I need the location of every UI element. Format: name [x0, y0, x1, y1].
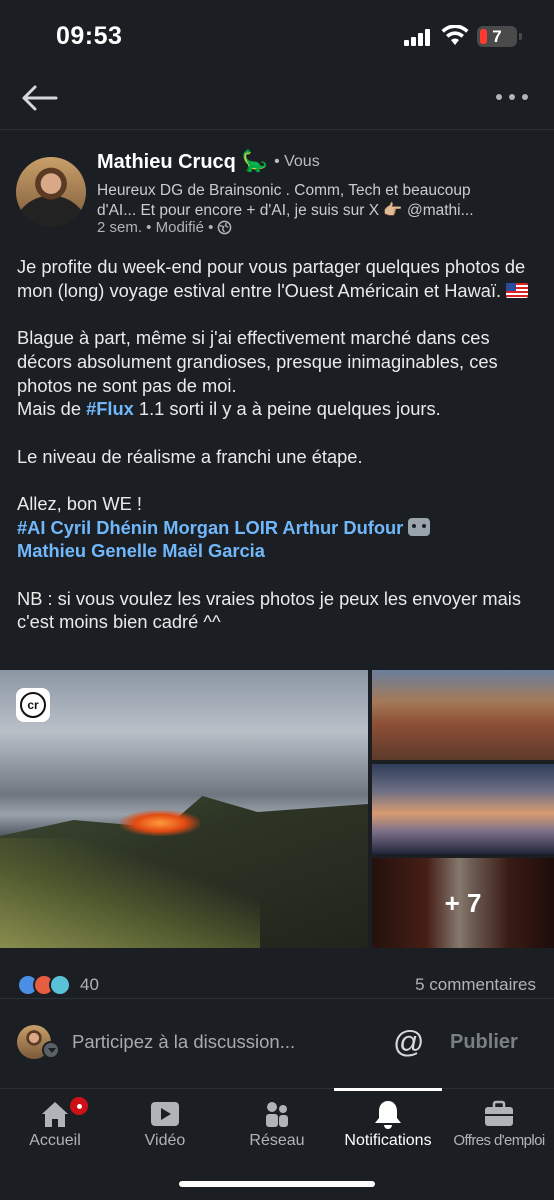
author-emoji: 🦕	[241, 150, 269, 173]
mention-button[interactable]: @	[393, 1024, 424, 1060]
bell-icon	[375, 1101, 401, 1129]
battery-level: 7	[492, 27, 502, 46]
mentions-line-1[interactable]: #AI Cyril Dhénin Morgan LOIR Arthur Dufo…	[17, 517, 403, 538]
briefcase-icon	[485, 1100, 513, 1126]
wifi-icon	[441, 25, 469, 45]
content-credentials-icon[interactable]: cr	[16, 688, 50, 722]
social-counts: 40 5 commentaires	[0, 968, 554, 998]
status-time: 09:53	[56, 22, 123, 50]
tab-notifications[interactable]: Notifications	[334, 1088, 442, 1169]
tab-network[interactable]: Réseau	[222, 1089, 332, 1169]
author-headline: Heureux DG de Brainsonic . Comm, Tech et…	[97, 182, 474, 219]
notification-badge	[68, 1095, 90, 1117]
robot-icon	[408, 517, 431, 536]
status-bar: 09:53 7	[0, 0, 554, 70]
comment-input[interactable]: Participez à la discussion...	[72, 1031, 295, 1053]
tab-jobs[interactable]: Offres d'emploi	[444, 1089, 554, 1169]
more-photos-count: + 7	[372, 858, 554, 948]
signal-icon	[404, 28, 434, 46]
photo-thumbnail[interactable]	[372, 670, 554, 760]
comments-count[interactable]: 5 commentaires	[415, 975, 536, 995]
comment-composer: Participez à la discussion... @ Publier	[0, 998, 554, 1088]
reaction-count[interactable]: 40	[80, 975, 99, 995]
more-options-icon[interactable]	[494, 86, 534, 108]
author-name[interactable]: Mathieu Crucq	[97, 151, 236, 174]
post-text: Je profite du week-end pour vous partage…	[17, 255, 542, 658]
photo-thumbnail-more[interactable]: + 7	[372, 858, 554, 948]
us-flag-icon	[506, 282, 529, 298]
photo-gallery: cr + 7	[0, 670, 554, 948]
photo-thumbnail[interactable]	[372, 764, 554, 854]
network-icon	[266, 1102, 288, 1127]
connection-degree: • Vous	[274, 153, 320, 170]
funny-reaction-icon	[49, 974, 71, 996]
publish-button[interactable]: Publier	[450, 1031, 518, 1054]
mentions-line-2[interactable]: Mathieu Genelle Maël Garcia	[17, 540, 265, 561]
post-author: Mathieu Crucq 🦕 • Vous Heureux DG de Bra…	[0, 147, 554, 242]
video-icon	[151, 1102, 179, 1126]
globe-icon	[218, 220, 232, 235]
hashtag-flux[interactable]: #Flux	[86, 398, 134, 419]
author-avatar[interactable]	[16, 157, 86, 227]
back-arrow-icon[interactable]	[18, 80, 62, 116]
home-icon	[42, 1102, 68, 1127]
chevron-down-icon[interactable]	[42, 1041, 60, 1059]
reaction-icons[interactable]	[17, 974, 71, 996]
home-indicator[interactable]	[179, 1181, 375, 1187]
main-photo[interactable]: cr	[0, 670, 368, 948]
tab-video[interactable]: Vidéo	[110, 1089, 220, 1169]
top-bar	[0, 70, 554, 130]
tab-home[interactable]: Accueil	[0, 1089, 110, 1169]
battery-icon: 7	[477, 26, 517, 47]
post-meta: 2 sem. • Modifié •	[97, 219, 232, 236]
